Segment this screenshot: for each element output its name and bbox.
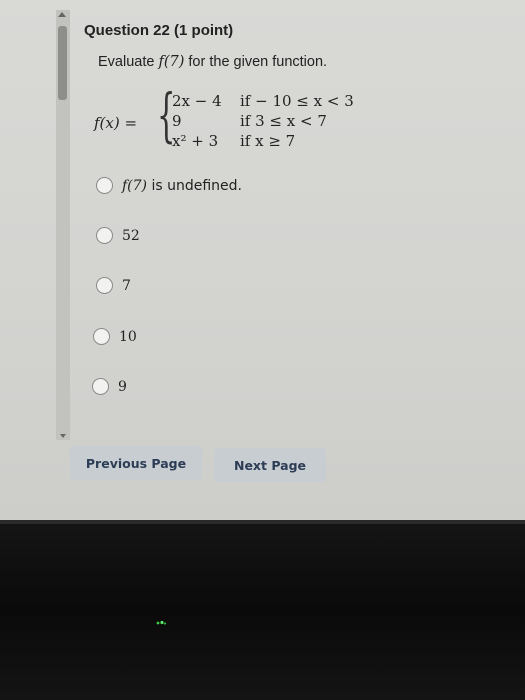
radio-button[interactable] xyxy=(96,177,113,194)
piecewise-row: 9 if 3 ≤ x < 7 xyxy=(172,112,327,130)
option-text: is undefined. xyxy=(147,177,242,194)
scrollbar-thumb[interactable] xyxy=(58,26,67,100)
option-label: f(7) is undefined. xyxy=(122,178,242,194)
piece-condition: if 3 ≤ x < 7 xyxy=(240,112,327,130)
piecewise-row: x² + 3 if x ≥ 7 xyxy=(172,132,295,150)
bezel-edge xyxy=(0,520,525,524)
prompt-text-after: for the given function. xyxy=(184,54,328,70)
radio-button[interactable] xyxy=(93,328,110,345)
monitor-bezel xyxy=(0,520,525,700)
option-label: 52 xyxy=(122,227,140,244)
question-prompt: Evaluate f(7) for the given function. xyxy=(98,54,327,70)
option-52[interactable]: 52 xyxy=(96,227,140,244)
scroll-up-arrow-icon[interactable] xyxy=(58,12,66,17)
option-7[interactable]: 7 xyxy=(96,277,131,294)
option-10[interactable]: 10 xyxy=(93,328,137,345)
prompt-function-call: f(7) xyxy=(158,54,185,70)
indicator-light-icon xyxy=(156,620,167,625)
piece-condition: if − 10 ≤ x < 3 xyxy=(240,92,354,110)
piece-condition: if x ≥ 7 xyxy=(240,132,296,150)
piece-expression: 9 xyxy=(172,112,182,130)
quiz-screen: Question 22 (1 point) Evaluate f(7) for … xyxy=(0,0,525,520)
radio-button[interactable] xyxy=(96,227,113,244)
scroll-down-arrow-icon[interactable] xyxy=(60,434,66,438)
option-9[interactable]: 9 xyxy=(92,378,127,395)
piecewise-row: 2x − 4 if − 10 ≤ x < 3 xyxy=(172,92,354,110)
option-label: 9 xyxy=(118,378,127,395)
next-page-button[interactable]: Next Page xyxy=(214,448,326,482)
function-lhs: f(x) = xyxy=(94,114,138,132)
option-function-call: f(7) xyxy=(122,177,148,194)
piece-expression: x² + 3 xyxy=(172,132,219,150)
radio-button[interactable] xyxy=(92,378,109,395)
option-undefined[interactable]: f(7) is undefined. xyxy=(96,177,242,194)
piecewise-function: f(x) = { 2x − 4 if − 10 ≤ x < 3 9 if 3 ≤ x… xyxy=(94,86,414,160)
previous-page-button[interactable]: Previous Page xyxy=(70,446,202,480)
option-label: 10 xyxy=(119,328,137,345)
question-title: Question 22 (1 point) xyxy=(84,22,234,39)
option-label: 7 xyxy=(122,277,131,294)
piece-expression: 2x − 4 xyxy=(172,92,222,110)
prompt-text-before: Evaluate xyxy=(98,54,159,70)
radio-button[interactable] xyxy=(96,277,113,294)
